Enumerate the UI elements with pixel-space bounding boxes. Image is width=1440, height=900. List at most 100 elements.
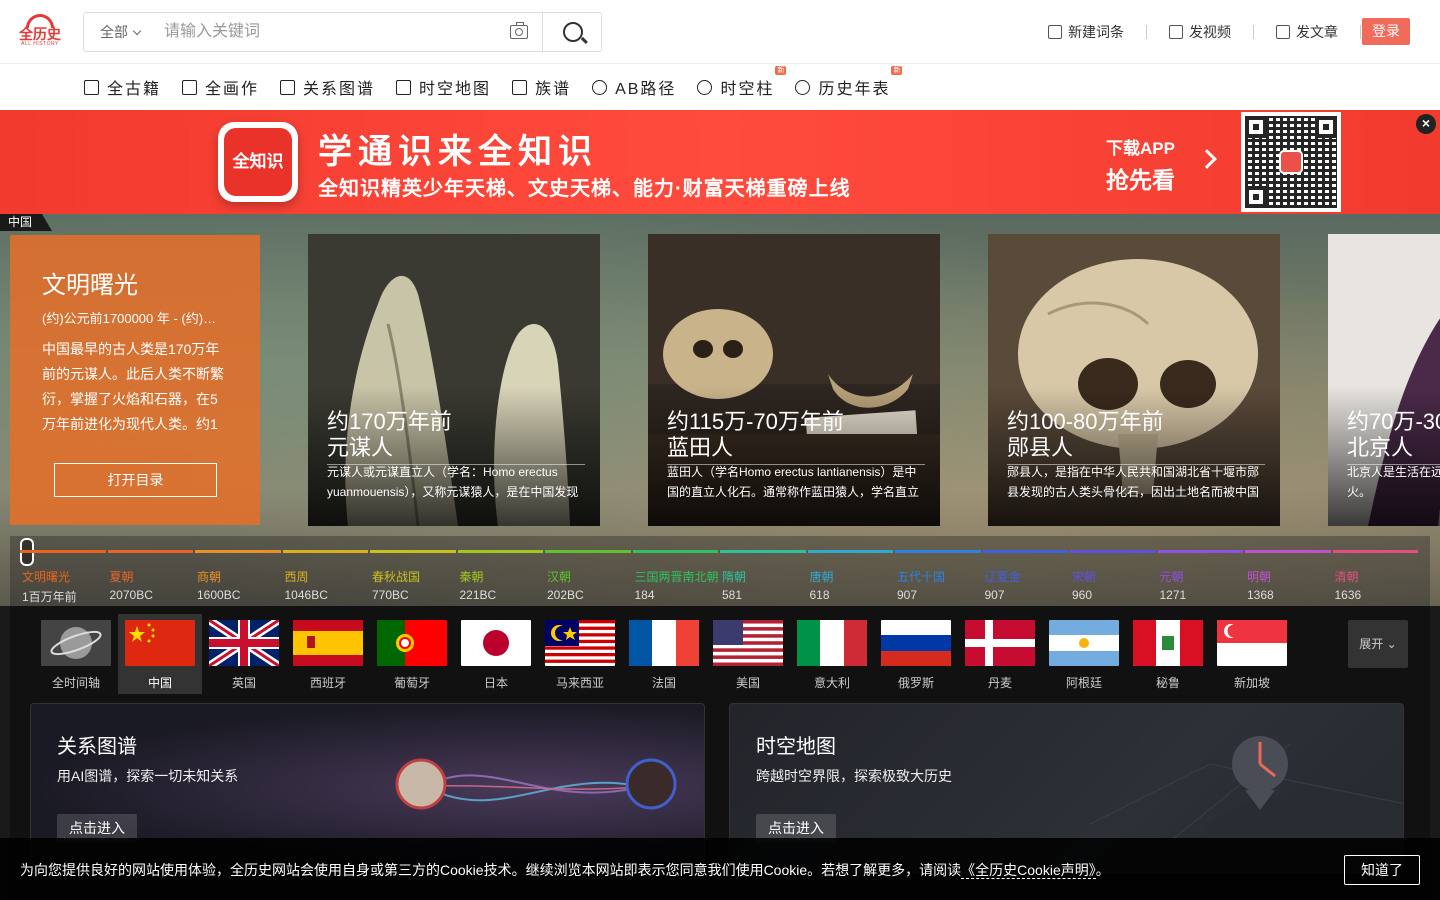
- nav-item-0[interactable]: 全古籍: [84, 75, 161, 99]
- era-item[interactable]: 西周 1046BC: [282, 550, 368, 606]
- painting-icon: [182, 79, 198, 95]
- era-item[interactable]: 明朝 1368: [1245, 550, 1331, 606]
- camera-icon[interactable]: [510, 22, 528, 39]
- close-icon[interactable]: ×: [1416, 114, 1436, 134]
- flag-icon: [1217, 620, 1287, 666]
- country-tab[interactable]: 阿根廷: [1042, 614, 1126, 694]
- country-tab[interactable]: 中国: [118, 614, 202, 694]
- era-bar: [1245, 550, 1331, 553]
- era-name: 宋朝: [1072, 570, 1097, 584]
- country-name: 俄罗斯: [897, 676, 934, 690]
- search-bar: 全部: [83, 12, 602, 52]
- country-tab[interactable]: 马来西亚: [538, 614, 622, 694]
- nav-item-5[interactable]: AB路径: [592, 75, 676, 99]
- graph-icon: [280, 79, 296, 95]
- search-scope-select[interactable]: 全部: [100, 13, 142, 51]
- cookie-policy-link[interactable]: 《全历史Cookie声明》: [961, 862, 1096, 879]
- era-item[interactable]: 春秋战国 770BC: [370, 550, 456, 606]
- era-bar: [20, 550, 106, 553]
- post-article-button[interactable]: 发文章: [1276, 22, 1338, 42]
- country-tab[interactable]: 全时间轴: [34, 614, 118, 694]
- flag-icon: [965, 620, 1035, 666]
- post-video-button[interactable]: 发视频: [1169, 22, 1231, 42]
- era-item[interactable]: 元朝 1271: [1157, 550, 1243, 606]
- country-tab[interactable]: 英国: [202, 614, 286, 694]
- era-item[interactable]: 文明曙光 1百万年前: [20, 550, 106, 606]
- promo-banner[interactable]: 全知识 学通识来全知识 全知识精英少年天梯、文史天梯、能力·财富天梯重磅上线 下…: [0, 110, 1440, 214]
- era-item[interactable]: 商朝 1600BC: [195, 550, 281, 606]
- era-item[interactable]: 汉朝 202BC: [545, 550, 631, 606]
- country-tab[interactable]: 秘鲁: [1126, 614, 1210, 694]
- era-item[interactable]: 辽夏金 907: [982, 550, 1068, 606]
- era-item[interactable]: 秦朝 221BC: [457, 550, 543, 606]
- search-button[interactable]: [542, 13, 602, 51]
- nav-item-4[interactable]: 族谱: [512, 75, 571, 99]
- era-item[interactable]: 唐朝 618: [807, 550, 893, 606]
- family-icon: [512, 79, 528, 95]
- nav-item-label: 时空柱: [720, 81, 775, 98]
- era-name: 西周: [284, 570, 309, 584]
- era-item[interactable]: 三国两晋南北朝 184: [632, 550, 719, 606]
- nav-item-7[interactable]: 历史年表新: [795, 66, 903, 99]
- era-item[interactable]: 五代十国 907: [895, 550, 981, 606]
- card-description: 北京人是生活在远古时期的直立人，会使用天然火。: [1347, 465, 1440, 499]
- era-bar: [370, 550, 456, 553]
- nav-item-1[interactable]: 全画作: [182, 75, 259, 99]
- new-entry-button[interactable]: 新建词条: [1048, 22, 1124, 42]
- country-tab[interactable]: 丹麦: [958, 614, 1042, 694]
- era-description: 中国最早的古人类是170万年前的元谋人。此后人类不断繁衍，掌握了火焰和石器，在5…: [42, 341, 224, 432]
- era-item[interactable]: 隋朝 581: [720, 550, 806, 606]
- country-tab[interactable]: 葡萄牙: [370, 614, 454, 694]
- flag-icon: [377, 620, 447, 666]
- flag-icon: [629, 620, 699, 666]
- country-name: 西班牙: [309, 676, 346, 690]
- open-catalog-button[interactable]: 打开目录: [54, 463, 217, 497]
- nav-item-label: AB路径: [615, 81, 677, 98]
- nav-item-3[interactable]: 时空地图: [396, 75, 491, 99]
- region-tag: 中国: [0, 214, 53, 231]
- cookie-suffix: 。: [1095, 862, 1110, 878]
- hominid-card-yunxian[interactable]: 约100-80万年前 郧县人 郧县人，是指在中华人民共和国湖北省十堰市郧县发现的…: [988, 234, 1280, 526]
- country-tab[interactable]: 日本: [454, 614, 538, 694]
- era-bar: [895, 550, 981, 553]
- nav-item-2[interactable]: 关系图谱: [280, 75, 375, 99]
- country-tab[interactable]: 法国: [622, 614, 706, 694]
- era-year: 1271: [1159, 588, 1187, 602]
- country-tab[interactable]: 美国: [706, 614, 790, 694]
- nav-item-6[interactable]: 时空柱新: [697, 66, 787, 99]
- era-bar: [195, 550, 281, 553]
- country-tab[interactable]: 新加坡: [1210, 614, 1294, 694]
- era-year: 1636: [1334, 588, 1362, 602]
- expand-button[interactable]: 展开 ⌄: [1348, 620, 1408, 668]
- chevron-right-icon[interactable]: [1197, 149, 1217, 169]
- era-item[interactable]: 夏朝 2070BC: [107, 550, 193, 606]
- country-name: 法国: [651, 676, 676, 690]
- country-name: 葡萄牙: [393, 676, 430, 690]
- era-item[interactable]: 宋朝 960: [1070, 550, 1156, 606]
- nav-item-label: 时空地图: [419, 81, 492, 98]
- card-description: 元谋人或元谋直立人（学名：Homo erectus yuanmouensis），…: [327, 465, 579, 499]
- country-tab[interactable]: 意大利: [790, 614, 874, 694]
- flag-icon: [1133, 620, 1203, 666]
- site-logo[interactable]: 全历史 ALL HISTORY: [18, 14, 62, 50]
- era-bar: [807, 550, 893, 553]
- era-name: 秦朝: [459, 570, 484, 584]
- nav-items: 全古籍 全画作 关系图谱 时空地图 族谱 AB路径 时空柱新历史年表新: [84, 64, 911, 110]
- accept-cookie-button[interactable]: 知道了: [1344, 855, 1420, 885]
- divider: [1146, 25, 1147, 39]
- era-bar: [1332, 550, 1418, 553]
- era-item[interactable]: 清朝 1636: [1332, 550, 1418, 606]
- era-bar: [982, 550, 1068, 553]
- hominid-card-beijing[interactable]: 约70万-30万年前 北京人 北京人是生活在远古时期的直立人，会使用天然火。: [1328, 234, 1440, 526]
- era-name: 春秋战国: [372, 570, 421, 584]
- hominid-card-lantian[interactable]: 约115万-70万年前 蓝田人 蓝田人（学名Homo erectus lanti…: [648, 234, 940, 526]
- country-tab[interactable]: 西班牙: [286, 614, 370, 694]
- country-tab[interactable]: 俄罗斯: [874, 614, 958, 694]
- era-year: 184: [634, 588, 655, 602]
- download-app-link[interactable]: 下载APP 抢先看: [1106, 134, 1175, 195]
- hominid-card-yuanmou[interactable]: 约170万年前 元谋人 元谋人或元谋直立人（学名：Homo erectus yu…: [308, 234, 600, 526]
- nav-item-label: 关系图谱: [303, 81, 376, 98]
- login-button[interactable]: 登录: [1362, 18, 1410, 45]
- search-input[interactable]: [164, 13, 504, 51]
- flag-icon: [713, 620, 783, 666]
